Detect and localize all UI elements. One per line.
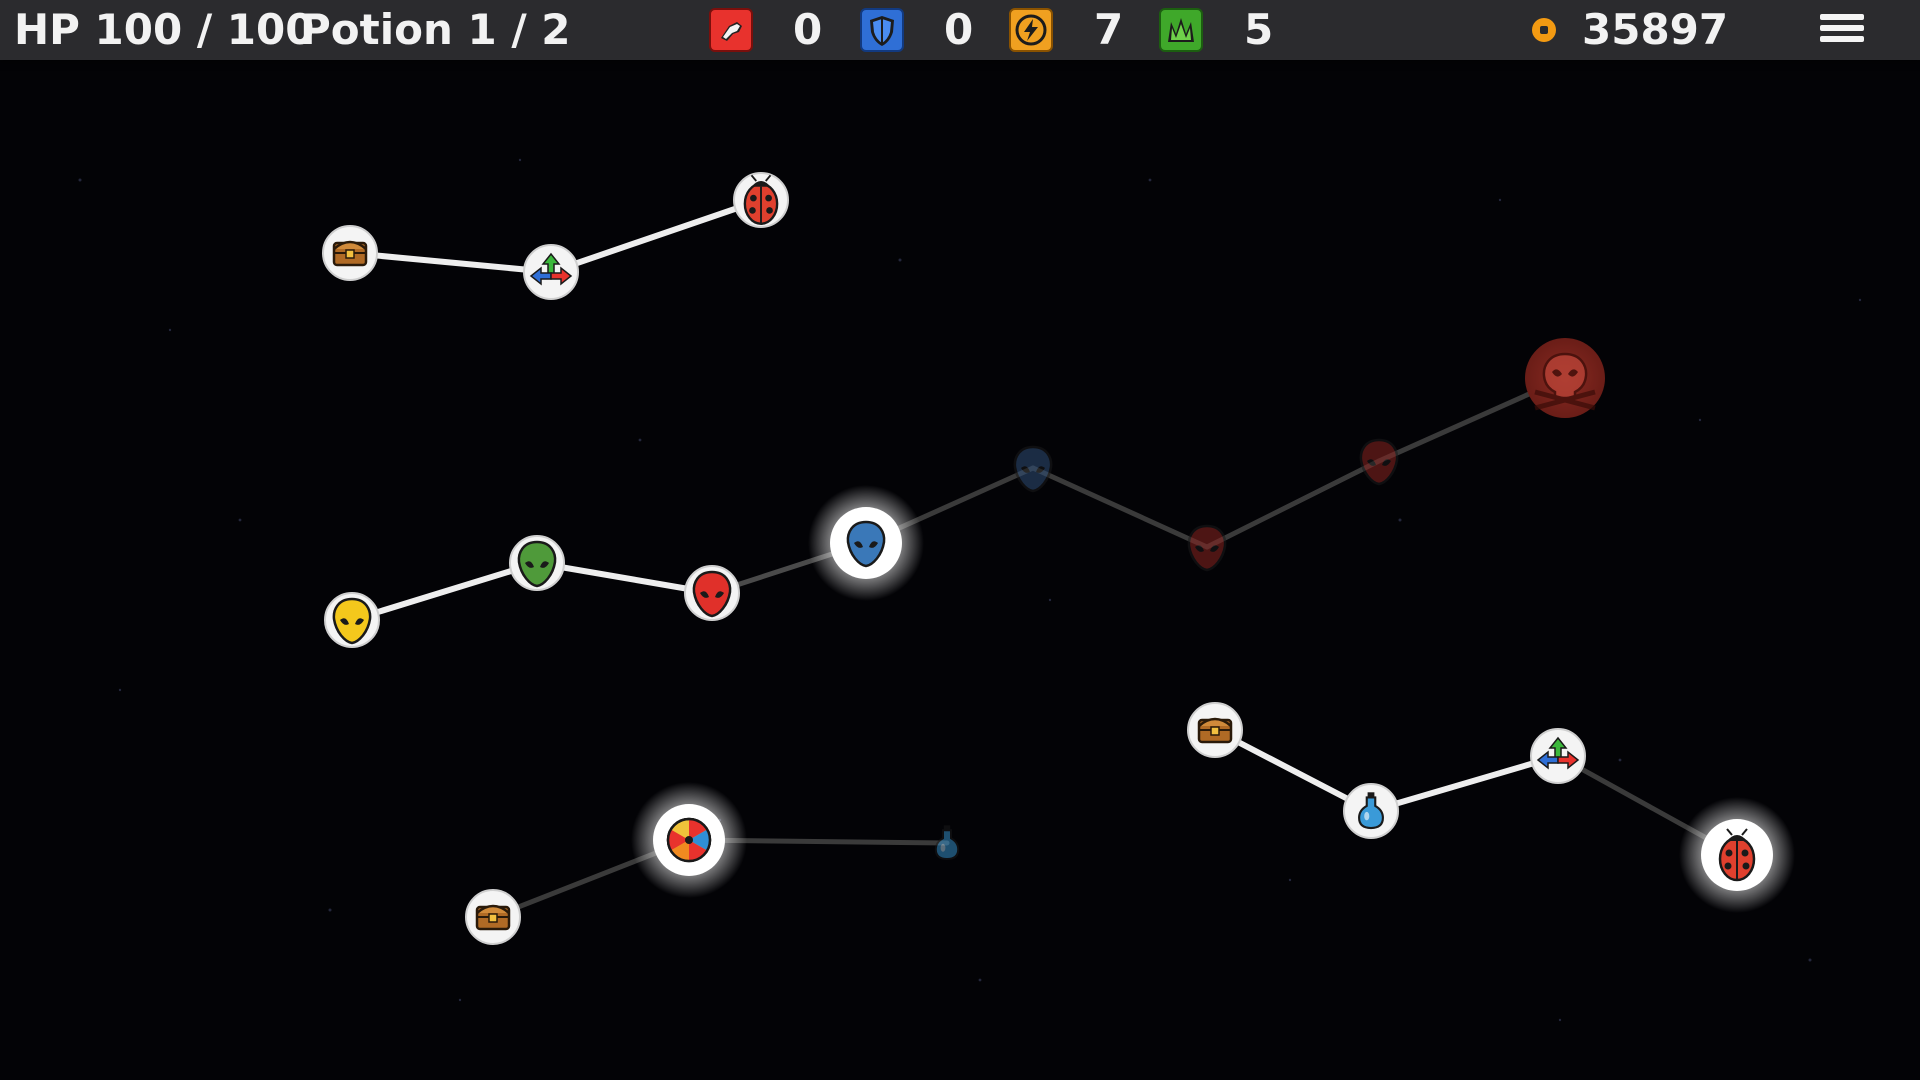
alien-green-node[interactable] [509,535,565,591]
growth-value: 5 [1244,5,1274,54]
energy-value: 7 [1094,5,1124,54]
potion-text: Potion 1 / 2 [300,5,571,54]
lightning-icon [1009,8,1053,52]
alien-red-locked-node[interactable] [1187,524,1227,572]
top-status-bar: HP 100 / 100 Potion 1 / 2 0 0 7 5 35897 [0,0,1920,60]
alien-yellow-node[interactable] [324,592,380,648]
alien-red-node[interactable] [684,565,740,621]
hamburger-menu-icon[interactable] [1820,14,1864,48]
alien-blue-current-node[interactable] [808,485,924,601]
alien-blue-locked-node[interactable] [1013,445,1053,493]
swap-node[interactable] [1530,728,1586,784]
shield-icon [860,8,904,52]
alien-red-locked-node[interactable] [1359,438,1399,486]
grass-icon [1159,8,1203,52]
hp-text: HP 100 / 100 [14,5,315,54]
prize-wheel-current-node[interactable] [631,782,747,898]
skull-boss-node[interactable] [1525,338,1605,418]
ladybug-enemy-node[interactable] [733,172,789,228]
treasure-chest-node[interactable] [465,889,521,945]
fist-icon [709,8,753,52]
coin-icon [1530,16,1558,44]
coin-count: 35897 [1582,5,1729,54]
ladybug-enemy-current-node[interactable] [1679,797,1795,913]
defense-value: 0 [944,5,974,54]
treasure-chest-node[interactable] [1187,702,1243,758]
swap-node[interactable] [523,244,579,300]
attack-value: 0 [793,5,823,54]
potion-locked-node[interactable] [934,824,960,861]
potion-node[interactable] [1343,783,1399,839]
treasure-chest-node[interactable] [322,225,378,281]
level-map [78,158,1862,1022]
starfield [78,158,1862,1022]
